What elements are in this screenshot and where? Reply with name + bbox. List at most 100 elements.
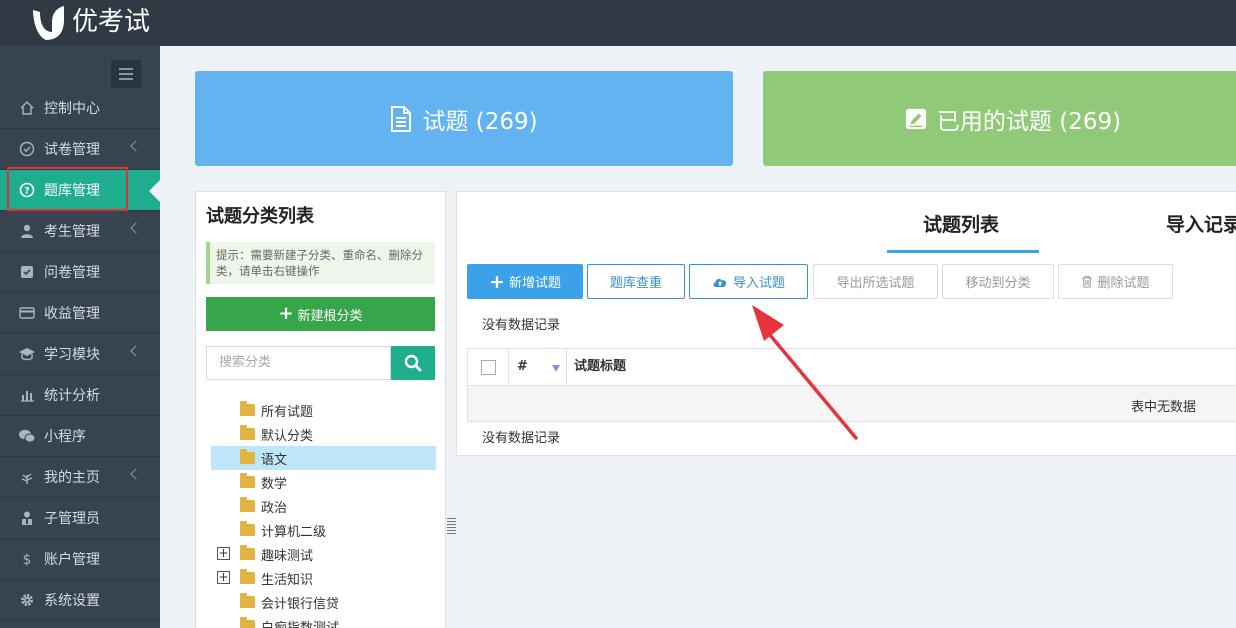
annotation-highlight-box xyxy=(7,167,128,211)
column-header-number[interactable]: # xyxy=(509,349,567,385)
sidebar-item-sub-admins[interactable]: 子管理员 xyxy=(0,498,160,539)
tree-item-label: 默认分类 xyxy=(261,428,314,444)
sidebar: 控制中心 试卷管理 ? 题库管理 考生管理 问卷管理 收益管理 学习模块 统计分… xyxy=(0,46,160,628)
sidebar-toggle-button[interactable] xyxy=(111,60,141,88)
no-records-text: 没有数据记录 xyxy=(482,431,561,446)
category-panel: 试题分类列表 提示：需要新建子分类、重命名、删除分类，请单击右键操作 + 新建根… xyxy=(195,191,446,628)
tree-item-label: 会计银行信贷 xyxy=(261,596,340,612)
chevron-left-icon xyxy=(130,468,142,480)
sidebar-item-label: 小程序 xyxy=(44,429,86,445)
tab-import-records[interactable]: 导入记录 xyxy=(1166,210,1236,237)
tree-item-label: 生活知识 xyxy=(261,572,314,588)
checkbox-icon xyxy=(18,263,36,281)
sidebar-item-label: 收益管理 xyxy=(44,306,100,322)
export-selected-button[interactable]: 导出所选试题 xyxy=(813,264,938,299)
user-icon xyxy=(18,222,36,240)
folder-icon xyxy=(240,401,255,416)
folder-icon xyxy=(240,521,255,536)
folder-icon xyxy=(240,473,255,488)
sidebar-item-settings[interactable]: 系统设置 xyxy=(0,580,160,621)
sidebar-item-papers[interactable]: 试卷管理 xyxy=(0,129,160,170)
search-icon xyxy=(404,354,422,372)
select-all-cell xyxy=(468,349,509,385)
add-question-button[interactable]: + 新增试题 xyxy=(467,264,583,299)
sidebar-item-label: 控制中心 xyxy=(44,101,100,117)
bar-chart-icon xyxy=(18,386,36,404)
questions-count-label: 试题 (269) xyxy=(422,108,538,135)
sort-desc-icon xyxy=(552,365,560,372)
wechat-icon xyxy=(18,427,36,445)
category-search-button[interactable] xyxy=(391,346,435,380)
document-icon xyxy=(391,105,412,132)
plus-icon: + xyxy=(489,270,505,293)
leaf-icon xyxy=(18,468,36,486)
tree-item[interactable]: + 趣味测试 xyxy=(211,542,436,566)
questions-count-card[interactable]: 试题 (269) xyxy=(195,71,733,166)
tree-item[interactable]: + 生活知识 xyxy=(211,566,436,590)
delete-questions-label: 删除试题 xyxy=(1097,276,1150,291)
import-questions-button[interactable]: 导入试题 xyxy=(689,264,808,299)
sidebar-item-examinees[interactable]: 考生管理 xyxy=(0,211,160,252)
column-number-label: # xyxy=(517,359,528,374)
trash-icon xyxy=(1082,275,1093,288)
folder-icon xyxy=(240,593,255,608)
annotation-arrow-icon xyxy=(752,305,858,440)
panel-resize-handle[interactable] xyxy=(447,518,457,536)
expand-plus-icon[interactable]: + xyxy=(217,571,230,584)
add-question-label: 新增试题 xyxy=(508,276,561,291)
new-root-category-button[interactable]: + 新建根分类 xyxy=(206,297,435,331)
tree-item[interactable]: 默认分类 xyxy=(211,422,436,446)
select-all-checkbox[interactable] xyxy=(481,360,496,375)
folder-icon xyxy=(240,425,255,440)
sidebar-item-label: 我的主页 xyxy=(44,470,100,486)
chevron-left-icon xyxy=(130,140,142,152)
home-icon xyxy=(18,99,36,117)
sidebar-item-mini-program[interactable]: 小程序 xyxy=(0,416,160,457)
sidebar-item-my-homepage[interactable]: 我的主页 xyxy=(0,457,160,498)
tree-item-label: 白痴指数测试 xyxy=(261,620,340,628)
dollar-icon: $ xyxy=(18,550,36,568)
category-hint: 提示：需要新建子分类、重命名、删除分类，请单击右键操作 xyxy=(206,242,435,284)
sidebar-item-label: 考生管理 xyxy=(44,224,100,240)
sidebar-item-label: 试卷管理 xyxy=(44,142,100,158)
sidebar-item-label: 统计分析 xyxy=(44,388,100,404)
cloud-upload-icon xyxy=(713,278,727,287)
folder-icon xyxy=(240,497,255,512)
top-bar: 优考试 xyxy=(0,0,1236,46)
move-to-category-label: 移动到分类 xyxy=(965,276,1031,291)
column-header-title[interactable]: 试题标题 xyxy=(574,349,626,385)
table-empty-text: 表中无数据 xyxy=(1131,400,1197,415)
tree-item[interactable]: 政治 xyxy=(211,494,436,518)
tree-item-label: 语文 xyxy=(261,452,288,468)
tree-item-selected[interactable]: 语文 xyxy=(211,446,436,470)
tree-item[interactable]: 数学 xyxy=(211,470,436,494)
sidebar-item-surveys[interactable]: 问卷管理 xyxy=(0,252,160,293)
import-questions-label: 导入试题 xyxy=(732,276,785,291)
delete-questions-button[interactable]: 删除试题 xyxy=(1058,264,1173,299)
dedupe-button[interactable]: 题库查重 xyxy=(587,264,685,299)
tree-item[interactable]: 白痴指数测试 xyxy=(211,614,436,628)
sidebar-item-statistics[interactable]: 统计分析 xyxy=(0,375,160,416)
gear-icon xyxy=(18,591,36,609)
used-questions-card[interactable]: 已用的试题 (269) xyxy=(763,71,1236,166)
sidebar-item-account[interactable]: $ 账户管理 xyxy=(0,539,160,580)
dedupe-label: 题库查重 xyxy=(609,276,662,291)
category-panel-title: 试题分类列表 xyxy=(206,206,314,227)
sidebar-item-revenue[interactable]: 收益管理 xyxy=(0,293,160,334)
used-questions-label: 已用的试题 (269) xyxy=(936,108,1122,135)
sidebar-item-label: 子管理员 xyxy=(44,511,100,527)
tree-item[interactable]: 会计银行信贷 xyxy=(211,590,436,614)
move-to-category-button[interactable]: 移动到分类 xyxy=(942,264,1054,299)
no-records-text: 没有数据记录 xyxy=(482,318,561,333)
tree-item[interactable]: 计算机二级 xyxy=(211,518,436,542)
export-selected-label: 导出所选试题 xyxy=(836,276,915,291)
check-circle-icon xyxy=(18,140,36,158)
tree-item[interactable]: 所有试题 xyxy=(211,398,436,422)
category-search-input[interactable]: 搜索分类 xyxy=(206,346,391,380)
sidebar-item-learning[interactable]: 学习模块 xyxy=(0,334,160,375)
expand-plus-icon[interactable]: + xyxy=(217,547,230,560)
tree-item-label: 趣味测试 xyxy=(261,548,314,564)
sidebar-item-dashboard[interactable]: 控制中心 xyxy=(0,88,160,129)
sidebar-item-label: 账户管理 xyxy=(44,552,100,568)
tab-question-list[interactable]: 试题列表 xyxy=(923,210,999,237)
